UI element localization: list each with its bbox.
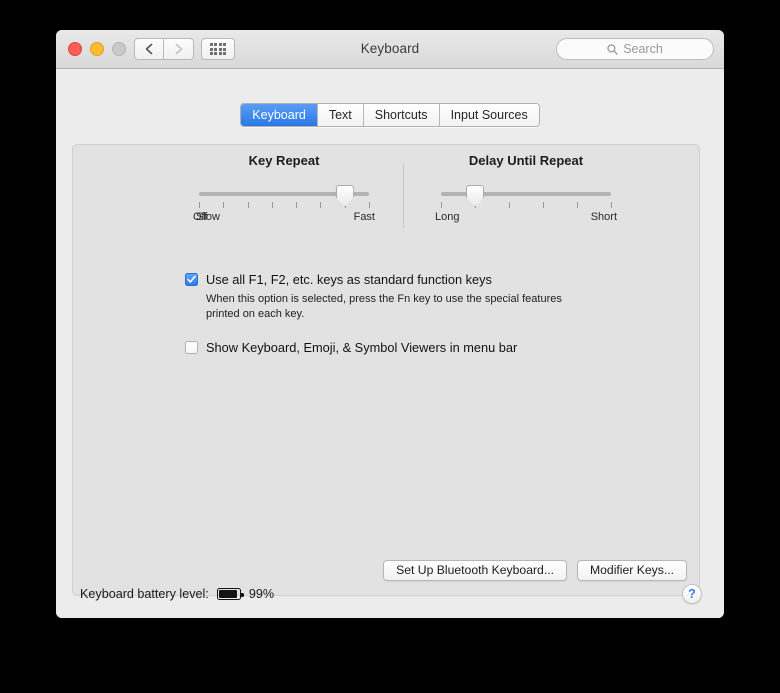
delay-repeat-slider-group: Delay Until Repeat Long Short — [433, 153, 619, 230]
battery-label: Keyboard battery level: — [80, 587, 209, 601]
keyboard-battery-status: Keyboard battery level: 99% — [80, 587, 274, 601]
function-keys-row[interactable]: Use all F1, F2, etc. keys as standard fu… — [185, 271, 566, 321]
tab-text[interactable]: Text — [316, 104, 363, 126]
key-repeat-slider-group: Key Repeat Off Slow Fast — [191, 153, 377, 230]
keyboard-preferences-window: Keyboard Search Keyboard Text Shortcuts … — [56, 30, 724, 618]
function-keys-description: When this option is selected, press the … — [206, 293, 562, 320]
help-button[interactable]: ? — [682, 584, 702, 604]
search-icon — [607, 43, 618, 55]
show-viewers-checkbox[interactable] — [185, 341, 198, 354]
slider-divider — [403, 163, 404, 228]
key-repeat-max-label: Fast — [353, 211, 375, 223]
delay-repeat-slider[interactable]: Long Short — [433, 184, 619, 230]
show-viewers-label: Show Keyboard, Emoji, & Symbol Viewers i… — [206, 340, 518, 355]
delay-repeat-ticks — [441, 202, 612, 209]
key-repeat-slider[interactable]: Off Slow Fast — [191, 184, 377, 230]
battery-icon — [216, 588, 244, 600]
battery-percent: 99% — [248, 587, 275, 601]
tab-shortcuts[interactable]: Shortcuts — [362, 104, 439, 126]
key-repeat-title: Key Repeat — [248, 153, 320, 168]
tab-bar: Keyboard Text Shortcuts Input Sources — [56, 103, 724, 127]
delay-repeat-labels: Long Short — [433, 211, 619, 225]
status-bar: Keyboard battery level: 99% ? — [56, 568, 724, 618]
function-keys-label: Use all F1, F2, etc. keys as standard fu… — [206, 272, 492, 287]
battery-fill — [218, 590, 238, 598]
function-keys-checkbox[interactable] — [185, 273, 198, 286]
key-repeat-min-label: Off Slow — [193, 211, 220, 223]
tab-input-sources[interactable]: Input Sources — [438, 104, 539, 126]
delay-repeat-title: Delay Until Repeat — [468, 153, 584, 168]
keyboard-settings-panel: Key Repeat Off Slow Fast Delay Until Rep… — [72, 144, 700, 596]
key-repeat-labels: Off Slow Fast — [191, 211, 377, 225]
slider-section: Key Repeat Off Slow Fast Delay Until Rep… — [73, 153, 699, 243]
delay-repeat-min-label: Long — [435, 211, 460, 223]
search-field[interactable]: Search — [556, 38, 714, 60]
search-placeholder: Search — [623, 42, 663, 56]
checkmark-icon — [187, 275, 196, 283]
window-titlebar: Keyboard Search — [56, 30, 724, 69]
tab-keyboard[interactable]: Keyboard — [241, 104, 317, 126]
show-viewers-row[interactable]: Show Keyboard, Emoji, & Symbol Viewers i… — [185, 339, 517, 357]
window-body: Keyboard Text Shortcuts Input Sources Ke… — [56, 69, 724, 618]
delay-repeat-max-label: Short — [590, 211, 617, 223]
